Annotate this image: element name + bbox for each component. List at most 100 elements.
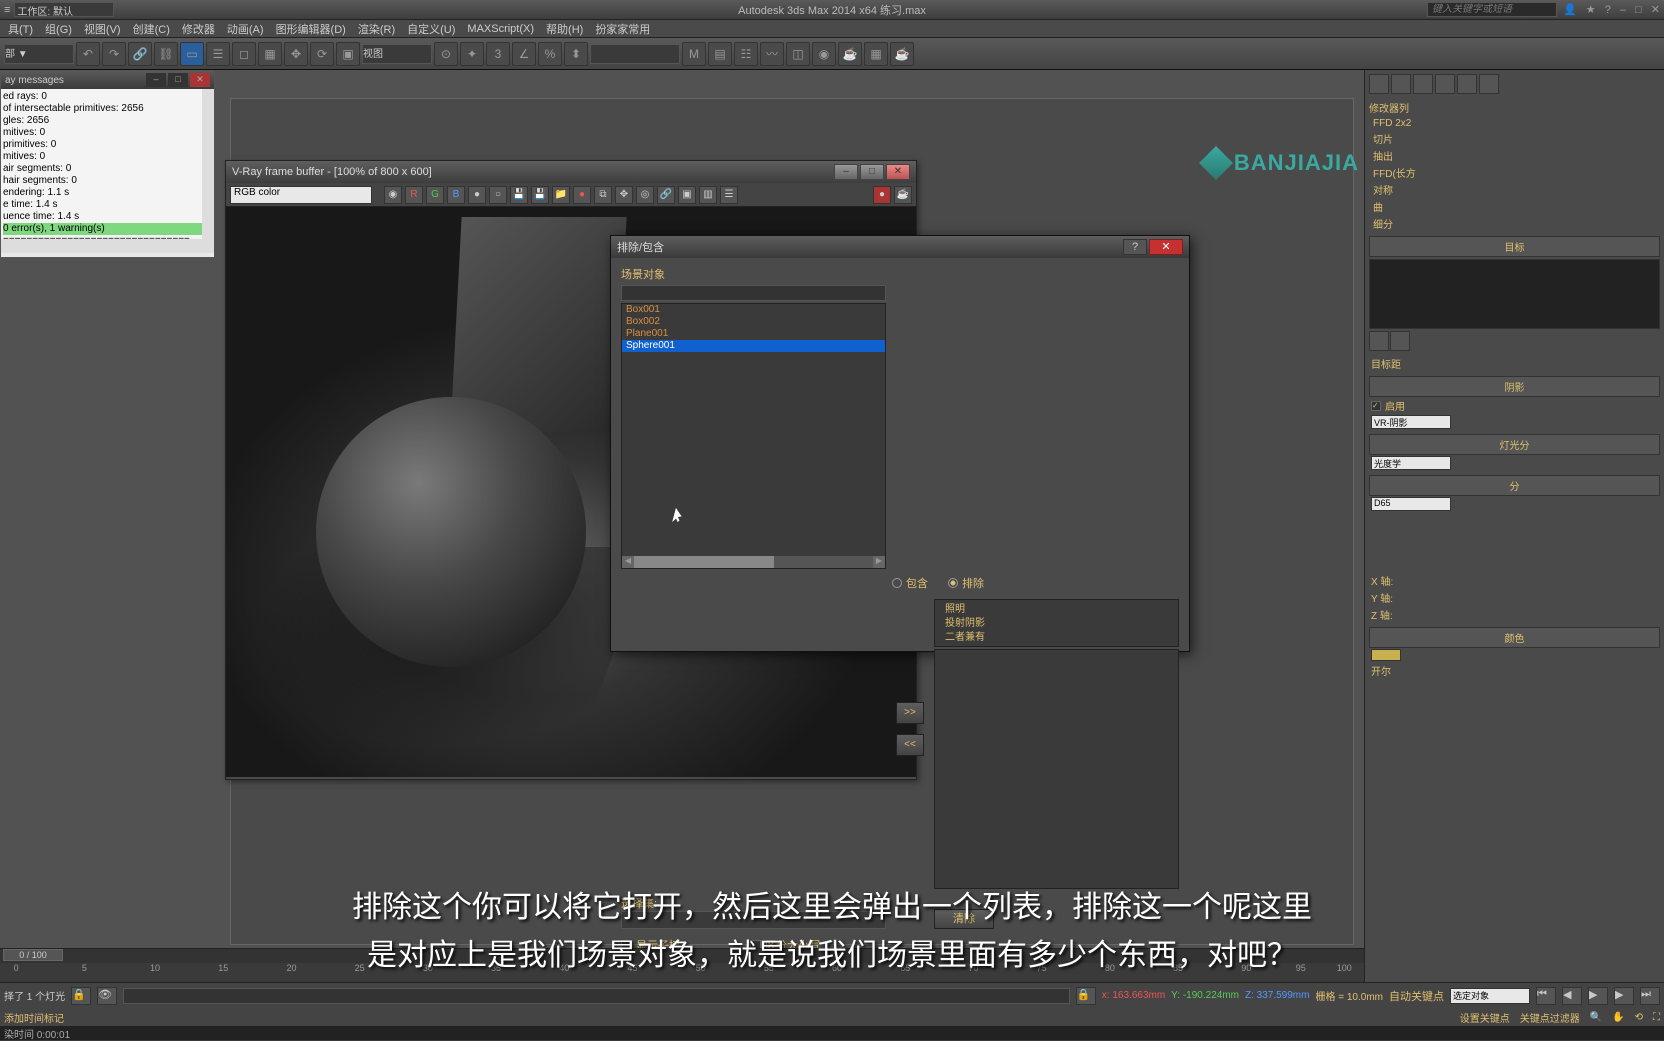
object-filter-input[interactable]: [621, 285, 886, 301]
named-selection-input[interactable]: [590, 44, 680, 64]
channel-dropdown[interactable]: RGB color: [230, 186, 372, 204]
display-tab[interactable]: [1457, 74, 1477, 94]
menu-customize[interactable]: 自定义(U): [401, 21, 461, 37]
time-slider-thumb[interactable]: 0 / 100: [3, 949, 63, 961]
align-button[interactable]: ▤: [708, 42, 732, 66]
vfb-titlebar[interactable]: V-Ray frame buffer - [100% of 800 x 600]…: [226, 161, 916, 183]
render-frame-button[interactable]: ▦: [864, 42, 888, 66]
exclude-radio[interactable]: 排除: [948, 575, 984, 591]
maximize-button[interactable]: □: [168, 73, 188, 87]
scroll-right-icon[interactable]: ▶: [873, 556, 885, 568]
lock-selection-button[interactable]: 🔒: [71, 987, 91, 1005]
both-radio[interactable]: 二者兼有: [941, 631, 1172, 645]
modifier-item[interactable]: FFD(长方: [1369, 164, 1660, 181]
load-button[interactable]: 📁: [552, 186, 570, 204]
duplicate-button[interactable]: ⧉: [594, 186, 612, 204]
scrollbar-vertical[interactable]: [202, 89, 214, 239]
color-swatch[interactable]: [1371, 649, 1401, 661]
color-rollout[interactable]: 颜色: [1369, 627, 1660, 648]
selection-filter-dropdown[interactable]: 部 ▼: [4, 44, 74, 64]
link-button[interactable]: 🔗: [657, 186, 675, 204]
nav-pan-button[interactable]: ✋: [1612, 1012, 1624, 1023]
distribution-dropdown[interactable]: 光度学: [1371, 456, 1451, 470]
target-rollout[interactable]: 目标: [1369, 236, 1660, 257]
render-last-button[interactable]: ☕: [894, 186, 912, 204]
close-button[interactable]: ✕: [190, 73, 210, 87]
utilities-tab[interactable]: [1479, 74, 1499, 94]
select-name-button[interactable]: ☰: [206, 42, 230, 66]
add-button[interactable]: >>: [896, 702, 924, 724]
shadow-enable-checkbox[interactable]: [1371, 401, 1381, 411]
shadow-rollout[interactable]: 阴影: [1369, 376, 1660, 397]
add-time-tag-button[interactable]: 添加时间标记: [4, 1010, 64, 1025]
menu-views[interactable]: 视图(V): [78, 21, 127, 37]
help-button[interactable]: ?: [1123, 239, 1147, 255]
red-channel-button[interactable]: R: [405, 186, 423, 204]
percent-snap-button[interactable]: %: [538, 42, 562, 66]
menu-tools[interactable]: 具(T): [2, 21, 39, 37]
menu-maxscript[interactable]: MAXScript(X): [461, 23, 540, 35]
illumination-radio[interactable]: 照明: [941, 603, 1172, 617]
manipulate-button[interactable]: ✦: [460, 42, 484, 66]
vray-messages-titlebar[interactable]: ay messages – □ ✕: [1, 71, 214, 89]
redo-button[interactable]: ↷: [102, 42, 126, 66]
angle-snap-button[interactable]: ∠: [512, 42, 536, 66]
keymode-dropdown[interactable]: 选定对象: [1450, 988, 1530, 1004]
list-item-selected[interactable]: Sphere001: [622, 340, 885, 352]
list-item[interactable]: Box002: [622, 316, 885, 328]
d65-dropdown[interactable]: D65: [1371, 497, 1451, 511]
render-setup-button[interactable]: ☕: [838, 42, 862, 66]
window-crossing-button[interactable]: ▦: [258, 42, 282, 66]
mirror-button[interactable]: M: [682, 42, 706, 66]
nav-maximize-button[interactable]: ⛶: [1653, 1012, 1660, 1023]
nav-orbit-button[interactable]: ⟲: [1635, 1012, 1643, 1023]
region-button[interactable]: ✥: [615, 186, 633, 204]
undo-button[interactable]: ↶: [76, 42, 100, 66]
color-distribution-rollout[interactable]: 分: [1369, 475, 1660, 496]
render-button[interactable]: ☕: [890, 42, 914, 66]
modifier-item[interactable]: 曲: [1369, 198, 1660, 215]
material-editor-button[interactable]: ◉: [812, 42, 836, 66]
save-button[interactable]: 💾: [510, 186, 528, 204]
autokey-button[interactable]: 自动关键点: [1389, 988, 1444, 1004]
move-button[interactable]: ✥: [284, 42, 308, 66]
history-button[interactable]: ☰: [720, 186, 738, 204]
mono-button[interactable]: ○: [489, 186, 507, 204]
signin-icon[interactable]: 👤: [1563, 4, 1577, 16]
menu-rendering[interactable]: 渲染(R): [352, 21, 401, 37]
excluded-objects-list[interactable]: [934, 649, 1179, 889]
menu-modifiers[interactable]: 修改器: [176, 21, 221, 37]
curve-editor-button[interactable]: 〰: [760, 42, 784, 66]
app-menu-icon[interactable]: ≡: [4, 4, 10, 16]
key-filters-button[interactable]: 关键点过滤器: [1520, 1010, 1580, 1025]
goto-end-button[interactable]: ⏭: [1640, 987, 1660, 1005]
rotate-button[interactable]: ⟳: [310, 42, 334, 66]
minimize-button[interactable]: –: [834, 164, 858, 180]
prev-frame-button[interactable]: ◀: [1562, 987, 1582, 1005]
pivot-button[interactable]: ⊙: [434, 42, 458, 66]
track-mouse-button[interactable]: ◎: [636, 186, 654, 204]
scrollbar-horizontal[interactable]: ◀ ▶: [622, 556, 885, 568]
lock-button[interactable]: 🔒: [1076, 987, 1096, 1005]
modifier-item[interactable]: 细分: [1369, 215, 1660, 232]
modifier-item[interactable]: 抽出: [1369, 147, 1660, 164]
motion-tab[interactable]: [1435, 74, 1455, 94]
compare-button[interactable]: ▥: [699, 186, 717, 204]
shadow-type-dropdown[interactable]: VR-阴影: [1371, 415, 1451, 429]
minimize-button[interactable]: –: [146, 73, 166, 87]
modifier-item[interactable]: 切片: [1369, 130, 1660, 147]
close-icon[interactable]: ✕: [1651, 4, 1660, 16]
rgb-icon[interactable]: ◉: [384, 186, 402, 204]
schematic-button[interactable]: ◫: [786, 42, 810, 66]
prompt-line[interactable]: [123, 988, 1070, 1004]
select-region-button[interactable]: ◻: [232, 42, 256, 66]
list-item[interactable]: Plane001: [622, 328, 885, 340]
green-channel-button[interactable]: G: [426, 186, 444, 204]
favorites-icon[interactable]: ★: [1586, 4, 1596, 16]
layers-button[interactable]: ☷: [734, 42, 758, 66]
scene-objects-list[interactable]: Box001 Box002 Plane001 Sphere001 ◀ ▶: [621, 303, 886, 569]
close-button[interactable]: ✕: [886, 164, 910, 180]
workspace-dropdown[interactable]: 工作区: 默认: [14, 2, 114, 17]
play-button[interactable]: ▶: [1588, 987, 1608, 1005]
menu-graph-editors[interactable]: 图形编辑器(D): [270, 21, 352, 37]
